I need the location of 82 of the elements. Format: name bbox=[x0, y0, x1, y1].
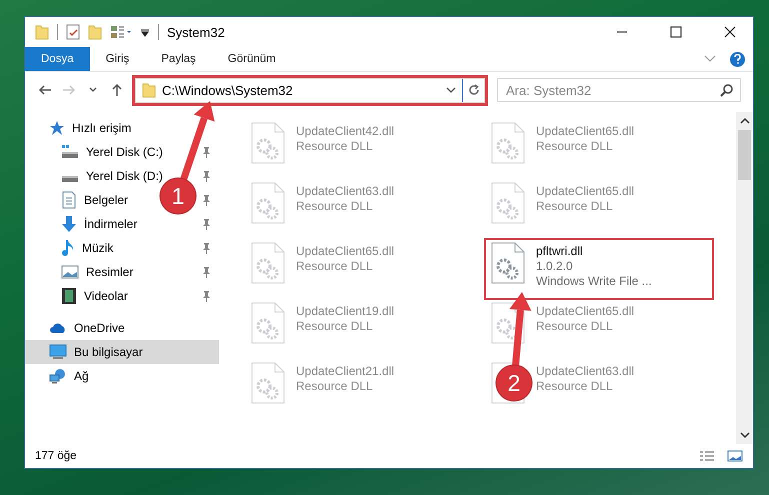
file-name: UpdateClient65.dll bbox=[536, 124, 634, 139]
file-detail: 1.0.2.0 bbox=[536, 259, 574, 274]
down-arrow-icon bbox=[61, 215, 77, 233]
file-name: UpdateClient21.dll bbox=[296, 364, 394, 379]
search-icon bbox=[720, 84, 733, 97]
ribbon-tab[interactable]: Paylaş bbox=[145, 47, 212, 71]
sidebar-item[interactable]: Ağ bbox=[25, 364, 95, 388]
customize-icon bbox=[110, 24, 132, 40]
settings-file-icon bbox=[490, 182, 526, 224]
file-name: UpdateClient19.dll bbox=[296, 304, 394, 319]
ribbon-tab[interactable]: Giriş bbox=[90, 47, 146, 71]
sidebar-item[interactable]: OneDrive bbox=[25, 316, 131, 340]
forward-arrow-icon bbox=[62, 84, 76, 96]
settings-file-icon bbox=[490, 122, 526, 164]
close-icon bbox=[724, 26, 736, 38]
new-folder-icon bbox=[88, 24, 102, 40]
sidebar-item[interactable]: Bu bilgisayar bbox=[25, 340, 219, 364]
ribbon-tab[interactable]: Görünüm bbox=[212, 47, 292, 71]
picture-icon bbox=[727, 450, 743, 462]
settings-file-icon bbox=[490, 242, 526, 284]
settings-file-icon bbox=[250, 302, 286, 344]
back-arrow-icon bbox=[38, 84, 52, 96]
settings-file-icon bbox=[250, 242, 286, 284]
scroll-up-icon bbox=[740, 116, 750, 126]
drive-icon bbox=[61, 144, 79, 160]
file-detail: Resource DLL bbox=[296, 379, 374, 394]
file-detail: Windows Write File ... bbox=[536, 274, 652, 289]
settings-file-icon bbox=[250, 122, 286, 164]
details-view-icon bbox=[699, 450, 715, 462]
sidebar-item[interactable]: Resimler bbox=[25, 260, 140, 284]
help-icon[interactable] bbox=[730, 52, 745, 66]
chevron-down-icon bbox=[89, 87, 97, 93]
settings-file-icon bbox=[250, 182, 286, 224]
file-name: UpdateClient65.dll bbox=[536, 304, 634, 319]
chevron-down-icon bbox=[446, 87, 456, 93]
chevron-down-icon bbox=[704, 55, 716, 63]
network-icon bbox=[49, 368, 67, 384]
file-detail: Resource DLL bbox=[296, 259, 374, 274]
item-count: 177 öğe bbox=[35, 450, 77, 462]
file-detail: Resource DLL bbox=[536, 139, 614, 154]
scrollbar-thumb[interactable] bbox=[738, 130, 751, 180]
search-field[interactable]: Ara: System32 bbox=[497, 78, 741, 102]
sidebar-item[interactable]: Hızlı erişim bbox=[25, 116, 138, 140]
file-name: pfltwri.dll bbox=[536, 244, 584, 259]
file-name: UpdateClient63.dll bbox=[296, 184, 394, 199]
up-arrow-icon bbox=[111, 83, 123, 97]
ribbon-tab[interactable]: Dosya bbox=[25, 47, 90, 71]
sidebar-item[interactable]: Videolar bbox=[25, 284, 134, 308]
star-icon bbox=[49, 120, 65, 136]
cloud-icon bbox=[49, 321, 67, 335]
sidebar-item[interactable]: Yerel Disk (D:) bbox=[25, 164, 169, 188]
settings-file-icon bbox=[490, 302, 526, 344]
file-name: UpdateClient63.dll bbox=[536, 364, 634, 379]
sidebar-item[interactable]: Müzik bbox=[25, 236, 120, 260]
sidebar-item[interactable]: Yerel Disk (C:) bbox=[25, 140, 169, 164]
sidebar-item[interactable]: Belgeler bbox=[25, 188, 134, 212]
window-title: System32 bbox=[167, 24, 225, 40]
question-mark-icon bbox=[734, 54, 741, 64]
properties-icon bbox=[66, 24, 80, 40]
film-icon bbox=[61, 287, 77, 305]
picture-icon bbox=[61, 264, 79, 280]
maximize-icon bbox=[670, 26, 682, 38]
folder-icon bbox=[142, 82, 156, 98]
file-name: UpdateClient65.dll bbox=[536, 184, 634, 199]
computer-icon bbox=[49, 344, 67, 360]
scroll-down-icon bbox=[740, 430, 750, 440]
music-note-icon bbox=[61, 239, 75, 257]
file-detail: Resource DLL bbox=[536, 319, 614, 334]
file-detail: Resource DLL bbox=[296, 319, 374, 334]
settings-file-icon bbox=[250, 362, 286, 404]
sidebar-item[interactable]: İndirmeler bbox=[25, 212, 144, 236]
file-name: UpdateClient65.dll bbox=[296, 244, 394, 259]
file-detail: Resource DLL bbox=[536, 199, 614, 214]
drive-icon bbox=[61, 176, 79, 182]
file-detail: Resource DLL bbox=[536, 379, 614, 394]
vertical-scrollbar[interactable] bbox=[736, 112, 753, 444]
file-name: UpdateClient42.dll bbox=[296, 124, 394, 139]
document-icon bbox=[61, 191, 77, 209]
folder-icon bbox=[35, 24, 49, 40]
file-detail: Resource DLL bbox=[296, 199, 374, 214]
refresh-icon bbox=[468, 84, 480, 96]
file-detail: Resource DLL bbox=[296, 139, 374, 154]
